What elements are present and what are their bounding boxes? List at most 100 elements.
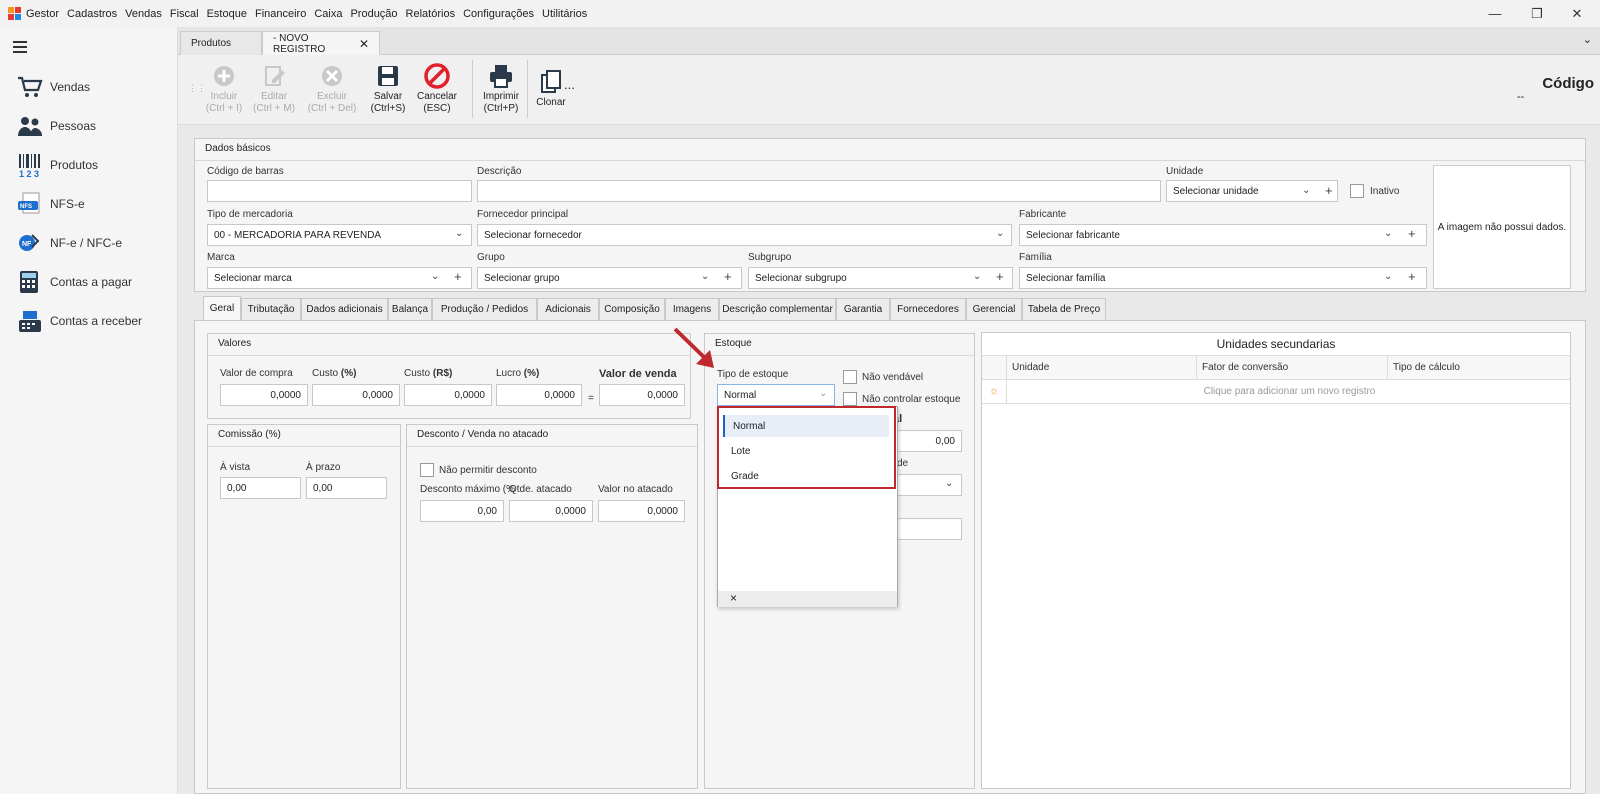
tipo-estoque-select[interactable]: Normal [717,384,835,406]
chevron-down-icon[interactable]: ⌄ [701,271,709,282]
custo-pct-input[interactable]: 0,0000 [312,384,400,406]
menu-financeiro[interactable]: Financeiro [255,8,306,20]
close-tab-icon[interactable]: ✕ [359,37,369,51]
qtde-atacado-input[interactable]: 0,0000 [509,500,593,522]
minimize-icon[interactable]: — [1472,0,1518,27]
col-tipo-calculo[interactable]: Tipo de cálculo [1393,362,1460,373]
product-image[interactable]: A imagem não possui dados. [1433,165,1571,289]
menu-caixa[interactable]: Caixa [314,8,342,20]
tab-tributacao[interactable]: Tributação [241,298,301,320]
chevron-down-icon[interactable]: ⌄ [996,228,1004,239]
tab-adicionais[interactable]: Adicionais [537,298,599,320]
chevron-down-icon[interactable]: ⌄ [1583,33,1592,46]
toolbar-separator [472,60,473,118]
valor-compra-input[interactable]: 0,0000 [220,384,308,406]
sidebar-item-nfse[interactable]: NFS NFS-e [16,188,85,220]
tab-producao-pedidos[interactable]: Produção / Pedidos [432,298,537,320]
chevron-down-icon[interactable]: ⌄ [1384,228,1392,239]
nao-vendavel-checkbox[interactable] [843,370,857,384]
tab-composicao[interactable]: Composição [599,298,665,320]
tipo-mercadoria-label: Tipo de mercadoria [207,209,293,220]
sidebar-item-contas-pagar[interactable]: Contas a pagar [16,266,132,298]
tab-descricao-complementar[interactable]: Descrição complementar [719,298,836,320]
tab-gerencial[interactable]: Gerencial [966,298,1022,320]
fabricante-select[interactable]: Selecionar fabricante [1019,224,1427,246]
valor-atacado-input[interactable]: 0,0000 [598,500,685,522]
tab-balanca[interactable]: Balança [388,298,432,320]
col-fator[interactable]: Fator de conversão [1202,362,1288,373]
chevron-down-icon[interactable]: ⌄ [455,228,463,239]
imprimir-button[interactable]: Imprimir (Ctrl+P) [478,61,524,115]
familia-select[interactable]: Selecionar família [1019,267,1427,289]
menu-gestor[interactable]: Gestor [26,8,59,20]
sidebar-item-produtos[interactable]: 1 2 3 Produtos [16,149,98,181]
toolbar-separator [527,60,528,118]
comissao-title: Comissão (%) [208,425,400,447]
sidebar-item-vendas[interactable]: Vendas [16,71,90,103]
close-window-icon[interactable]: ✕ [1554,0,1600,27]
sidebar-item-nfe[interactable]: NF NF-e / NFC-e [16,227,122,259]
doc-tab-produtos[interactable]: Produtos [180,31,262,55]
menu-relatorios[interactable]: Relatórios [406,8,456,20]
chevron-down-icon[interactable]: ⌄ [945,478,953,489]
custo-rs-input[interactable]: 0,0000 [404,384,492,406]
lucro-input[interactable]: 0,0000 [496,384,582,406]
fornecedor-select[interactable]: Selecionar fornecedor [477,224,1012,246]
sidebar-item-contas-receber[interactable]: Contas a receber [16,305,142,337]
estoque-title: Estoque [705,334,974,356]
chevron-down-icon[interactable]: ⌄ [1302,185,1310,196]
menu-bar: Gestor Cadastros Vendas Fiscal Estoque F… [0,0,1600,27]
sidebar-item-pessoas[interactable]: Pessoas [16,110,96,142]
incluir-button[interactable]: Incluir (Ctrl + I) [202,61,246,115]
doc-tab-novo-registro[interactable]: - NOVO REGISTRO ✕ [262,31,380,55]
cancelar-button[interactable]: Cancelar (ESC) [415,61,459,115]
col-unidade[interactable]: Unidade [1012,362,1049,373]
menu-fiscal[interactable]: Fiscal [170,8,199,20]
add-fabricante-icon[interactable]: + [1408,226,1416,241]
desconto-max-input[interactable]: 0,00 [420,500,504,522]
tab-imagens[interactable]: Imagens [665,298,719,320]
nao-permitir-desconto-checkbox[interactable] [420,463,434,477]
add-unidade-icon[interactable]: + [1325,183,1333,198]
codigo-barras-input[interactable] [207,180,472,202]
add-subgrupo-icon[interactable]: + [996,269,1004,284]
a-vista-input[interactable]: 0,00 [220,477,301,499]
a-prazo-input[interactable]: 0,00 [306,477,387,499]
salvar-button[interactable]: Salvar (Ctrl+S) [368,61,408,115]
menu-utilitarios[interactable]: Utilitários [542,8,587,20]
menu-producao[interactable]: Produção [350,8,397,20]
hidden-input[interactable] [895,518,962,540]
dropdown-close-button[interactable]: × [718,591,897,607]
add-grupo-icon[interactable]: + [724,269,732,284]
menu-cadastros[interactable]: Cadastros [67,8,117,20]
excluir-button[interactable]: Excluir (Ctrl + Del) [304,61,360,115]
editar-button[interactable]: Editar (Ctrl + M) [250,61,298,115]
add-marca-icon[interactable]: + [454,269,462,284]
hamburger-icon[interactable] [13,41,27,53]
inativo-checkbox[interactable] [1350,184,1364,198]
tipo-mercadoria-select[interactable]: 00 - MERCADORIA PARA REVENDA [207,224,472,246]
menu-vendas[interactable]: Vendas [125,8,162,20]
desconto-title: Desconto / Venda no atacado [407,425,697,447]
valor-venda-input[interactable]: 0,0000 [599,384,685,406]
add-familia-icon[interactable]: + [1408,269,1416,284]
menu-estoque[interactable]: Estoque [207,8,247,20]
desconto-panel: Desconto / Venda no atacado [406,424,698,789]
tab-tabela-preco[interactable]: Tabela de Preço [1022,298,1106,320]
chevron-down-icon[interactable]: ⌄ [431,271,439,282]
tab-geral[interactable]: Geral [203,296,241,320]
descricao-input[interactable] [477,180,1161,202]
estoque-value-input[interactable]: 0,00 [895,430,962,452]
menu-configuracoes[interactable]: Configurações [463,8,534,20]
nao-controlar-estoque-checkbox[interactable] [843,392,857,406]
chevron-down-icon[interactable]: ⌄ [1384,271,1392,282]
chevron-down-icon[interactable]: ⌄ [973,271,981,282]
valor-compra-label: Valor de compra [220,368,293,379]
more-button[interactable]: ... [564,77,575,92]
unidade-select[interactable]: Selecionar unidade [1166,180,1338,202]
tab-garantia[interactable]: Garantia [836,298,890,320]
tab-fornecedores[interactable]: Fornecedores [890,298,966,320]
new-row[interactable]: ☼ Clique para adicionar um novo registro [982,380,1570,404]
chevron-down-icon[interactable]: ⌄ [819,388,827,399]
tab-dados-adicionais[interactable]: Dados adicionais [301,298,388,320]
